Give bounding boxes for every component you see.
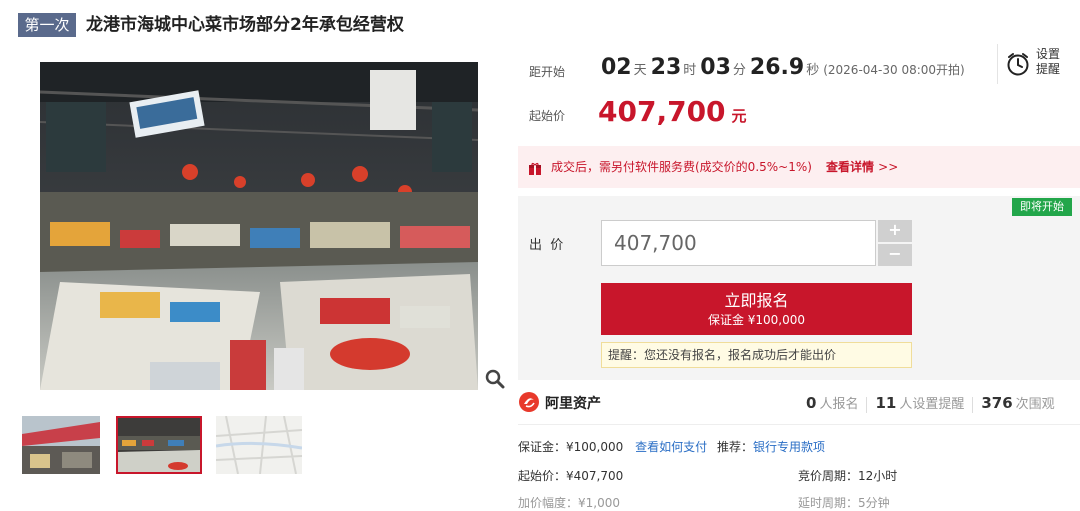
- bank-account-link[interactable]: 银行专用款项: [753, 440, 825, 454]
- thumbnail-2-selected[interactable]: [116, 416, 202, 474]
- alibaba-logo-icon: [518, 391, 540, 413]
- period-value: 12小时: [858, 469, 898, 483]
- bid-amount-input[interactable]: [601, 220, 876, 266]
- countdown-hours: 23: [650, 55, 682, 80]
- start-price: 407,700 元: [598, 95, 747, 128]
- round-badge: 第一次: [18, 13, 76, 37]
- minutes-unit: 分: [732, 63, 746, 78]
- signup-label[interactable]: 立即报名: [601, 283, 912, 311]
- signup-button[interactable]: 立即报名 保证金 ¥100,000: [601, 283, 912, 335]
- start-price-label: 起始价: [529, 109, 566, 123]
- reminders-count: 11: [875, 394, 897, 412]
- hours-unit: 时: [683, 63, 697, 78]
- market-photo-image: [40, 62, 478, 390]
- detail-start-price-label: 起始价：: [518, 469, 567, 483]
- deposit-row: 保证金：¥100,000 查看如何支付 推荐：银行专用款项: [518, 438, 825, 455]
- countdown-label: 距开始: [529, 65, 566, 79]
- recommend-label: 推荐：: [716, 440, 753, 454]
- thumbnail-1[interactable]: [22, 416, 100, 474]
- reminders-label: 人设置提醒: [899, 397, 965, 412]
- seconds-unit: 秒: [806, 63, 820, 78]
- bid-label: 出 价: [529, 238, 564, 253]
- bidding-period-row: 竞价周期：12小时: [798, 467, 897, 484]
- view-details-label[interactable]: 查看详情: [826, 160, 874, 174]
- platform-name: 阿里资产: [545, 396, 601, 412]
- decrease-bid-button[interactable]: −: [878, 244, 912, 266]
- price-unit: 元: [731, 107, 747, 125]
- set-reminder-button[interactable]: 设置提醒: [1036, 47, 1070, 77]
- auction-stats: 0 人报名 11 人设置提醒 376 次围观: [806, 393, 1055, 413]
- countdown-minutes: 03: [700, 55, 731, 80]
- fee-notice-text: 成交后，需另付软件服务费(成交价的0.5%~1%): [551, 160, 812, 174]
- increase-bid-button[interactable]: +: [878, 220, 912, 242]
- gift-icon: [529, 160, 541, 175]
- start-price-row: 起始价：¥407,700: [518, 467, 623, 484]
- increment-row: 加价幅度：¥1,000: [518, 496, 620, 510]
- main-photo[interactable]: [40, 62, 478, 390]
- countdown-days: 02: [601, 55, 632, 80]
- deposit-label: 保证金：: [518, 440, 567, 454]
- view-details-arrows[interactable]: >>: [878, 160, 898, 174]
- section-divider: [518, 424, 1080, 425]
- status-badge: 即将开始: [1012, 198, 1072, 216]
- lot-title: 龙港市海城中心菜市场部分2年承包经营权: [86, 15, 404, 35]
- signup-hint: 提醒：您还没有报名，报名成功后才能出价: [601, 342, 912, 368]
- countdown: 02 天 23 时 03 分 26.9 秒 (2026-04-30 08:00开拍): [601, 55, 965, 80]
- signups-count: 0: [806, 394, 817, 412]
- countdown-seconds: 26.9: [749, 55, 805, 80]
- thumbnail-3-map[interactable]: [216, 416, 302, 474]
- stats-divider: [866, 396, 868, 413]
- signups-label: 人报名: [819, 397, 859, 412]
- deposit-value: ¥100,000: [566, 440, 624, 454]
- start-time-note: (2026-04-30 08:00开拍): [823, 63, 965, 77]
- stats-divider: [972, 396, 974, 413]
- alarm-clock-icon[interactable]: [1005, 51, 1031, 77]
- views-label: 次围观: [1015, 397, 1055, 412]
- period-label: 竞价周期：: [798, 469, 859, 483]
- signup-deposit[interactable]: 保证金 ¥100,000: [601, 311, 912, 329]
- view-details-link[interactable]: 查看详情 >>: [826, 160, 898, 174]
- extension-row: 延时周期：5分钟: [798, 496, 890, 510]
- magnifier-icon[interactable]: [484, 368, 506, 390]
- detail-start-price-value: ¥407,700: [566, 469, 624, 483]
- fee-notice: 成交后，需另付软件服务费(成交价的0.5%~1%) 查看详情 >>: [551, 157, 898, 177]
- how-to-pay-link[interactable]: 查看如何支付: [635, 440, 707, 454]
- remind-divider: [997, 44, 998, 84]
- start-price-value: 407,700: [598, 95, 726, 128]
- days-unit: 天: [633, 63, 647, 78]
- views-count: 376: [981, 394, 1013, 412]
